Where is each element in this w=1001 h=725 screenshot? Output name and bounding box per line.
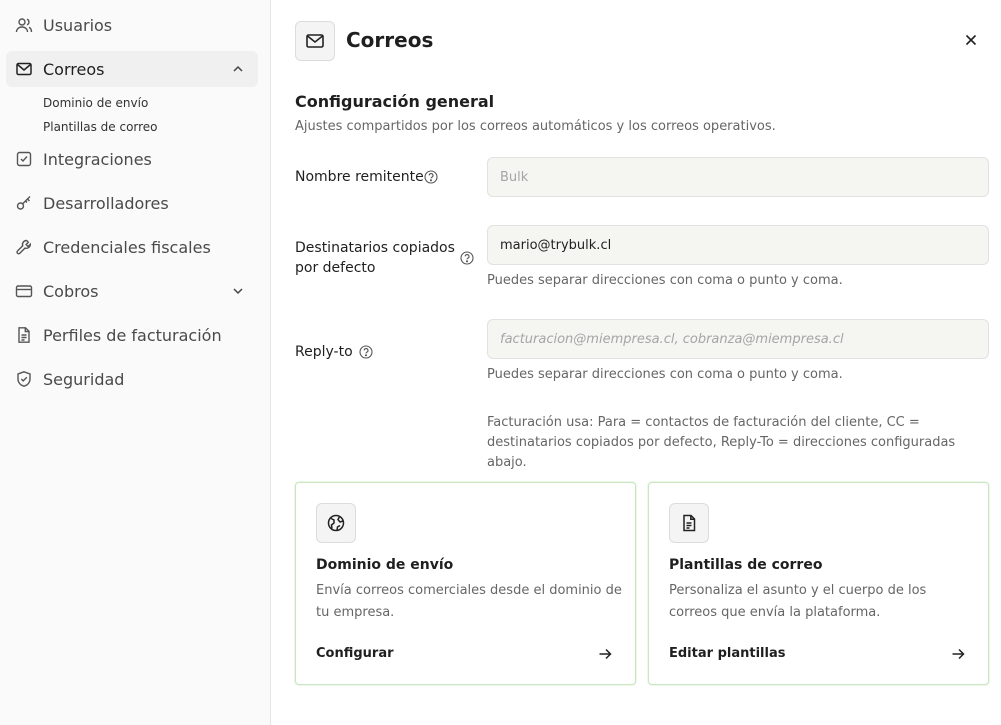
billing-note: Facturación usa: Para = contactos de fac… [487, 415, 956, 470]
wrench-icon [15, 238, 33, 256]
sidebar-item-label: Perfiles de facturación [43, 325, 222, 345]
close-icon [965, 34, 977, 46]
chevron-up-icon[interactable] [230, 61, 246, 77]
sidebar-item-perfiles[interactable]: Perfiles de facturación [6, 317, 258, 353]
email-templates-card[interactable]: Plantillas de correo Personaliza el asun… [648, 482, 989, 685]
settings-sidebar: Usuarios Correos Dominio de envío Planti… [0, 0, 271, 725]
key-icon [15, 194, 33, 212]
close-button[interactable] [961, 30, 981, 50]
sidebar-item-label: Cobros [43, 281, 99, 301]
sidebar-item-seguridad[interactable]: Seguridad [6, 361, 258, 397]
sidebar-item-label: Credenciales fiscales [43, 237, 211, 257]
sidebar-item-correos[interactable]: Correos [6, 51, 258, 87]
subnav-item-plantillas[interactable]: Plantillas de correo [43, 115, 270, 139]
sender-name-input[interactable] [487, 157, 989, 197]
document-icon [669, 503, 709, 543]
cc-recipients-label: Destinatarios copiados por defecto [295, 240, 455, 276]
subnav-item-dominio[interactable]: Dominio de envío [43, 91, 270, 115]
cc-recipients-input[interactable] [487, 225, 989, 265]
users-icon [15, 16, 33, 34]
sidebar-item-credenciales[interactable]: Credenciales fiscales [6, 229, 258, 265]
sidebar-item-cobros[interactable]: Cobros [6, 273, 258, 309]
reply-to-hint: Puedes separar direcciones con coma o pu… [487, 367, 843, 382]
sidebar-item-label: Desarrolladores [43, 193, 169, 213]
arrow-right-icon [952, 648, 965, 660]
sending-domain-card[interactable]: Dominio de envío Envía correos comercial… [295, 482, 636, 685]
section-description: Ajustes compartidos por los correos auto… [295, 119, 776, 134]
checkbox-icon [15, 150, 33, 168]
card-description: Personaliza el asunto y el cuerpo de los… [669, 583, 927, 620]
sidebar-item-label: Usuarios [43, 15, 113, 35]
sidebar-item-label: Seguridad [43, 369, 125, 389]
help-icon[interactable] [424, 170, 438, 184]
shield-icon [15, 370, 33, 388]
page-title: Correos [346, 28, 434, 52]
card-title: Plantillas de correo [669, 557, 823, 573]
edit-templates-link[interactable]: Editar plantillas [669, 646, 785, 661]
globe-icon [316, 503, 356, 543]
configure-link[interactable]: Configurar [316, 646, 394, 661]
sidebar-item-label: Correos [43, 59, 105, 79]
sidebar-item-integraciones[interactable]: Integraciones [6, 141, 258, 177]
sidebar-item-usuarios[interactable]: Usuarios [6, 7, 258, 43]
sender-name-label: Nombre remitente [295, 169, 424, 185]
sidebar-item-label: Integraciones [43, 149, 152, 169]
mail-icon [15, 60, 33, 78]
chevron-down-icon[interactable] [230, 283, 246, 299]
section-title: Configuración general [295, 92, 495, 111]
correos-subnav: Dominio de envío Plantillas de correo [0, 87, 270, 141]
credit-card-icon [15, 282, 33, 300]
mail-icon [295, 21, 335, 61]
arrow-right-icon [599, 648, 612, 660]
help-icon[interactable] [460, 251, 474, 265]
reply-to-input[interactable] [487, 319, 989, 359]
cc-hint: Puedes separar direcciones con coma o pu… [487, 273, 843, 288]
sidebar-item-desarrolladores[interactable]: Desarrolladores [6, 185, 258, 221]
reply-to-label: Reply-to [295, 344, 353, 360]
help-icon[interactable] [359, 345, 373, 359]
card-description: Envía correos comerciales desde el domin… [316, 583, 622, 620]
card-title: Dominio de envío [316, 557, 454, 573]
document-icon [15, 326, 33, 344]
main-panel: Correos Configuración general Ajustes co… [271, 0, 1001, 725]
